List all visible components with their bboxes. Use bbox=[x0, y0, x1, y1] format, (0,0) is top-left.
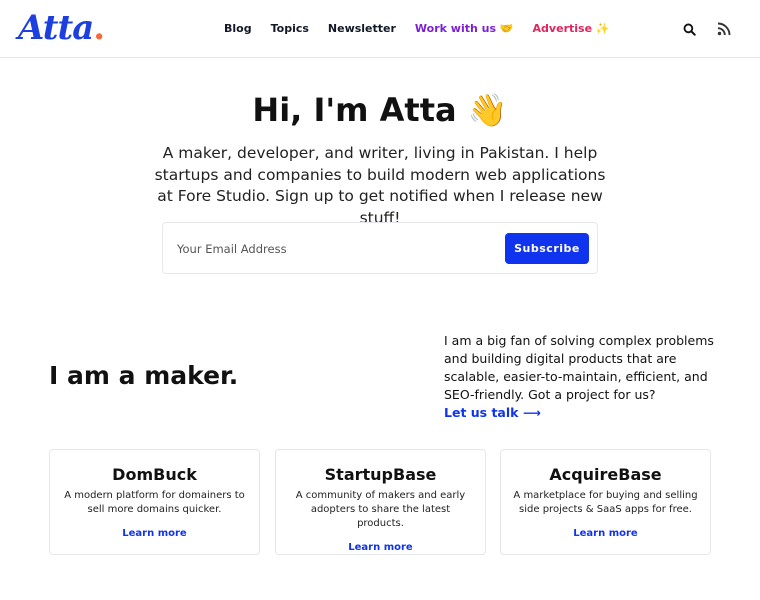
learn-more-link[interactable]: Learn more bbox=[573, 527, 637, 541]
learn-more-link[interactable]: Learn more bbox=[122, 527, 186, 541]
nav-advertise[interactable]: Advertise ✨ bbox=[533, 21, 610, 37]
maker-description-block: I am a big fan of solving complex proble… bbox=[444, 332, 724, 422]
site-header: Atta. Blog Topics Newsletter Work with u… bbox=[0, 0, 760, 58]
rss-icon[interactable] bbox=[715, 20, 733, 38]
maker-heading: I am a maker. bbox=[49, 361, 239, 390]
logo-text: Atta bbox=[18, 8, 94, 48]
search-icon[interactable] bbox=[680, 20, 698, 38]
project-card-startupbase: StartupBase A community of makers and ea… bbox=[275, 449, 486, 555]
nav-blog[interactable]: Blog bbox=[224, 21, 252, 37]
subscribe-button[interactable]: Subscribe bbox=[505, 233, 589, 264]
project-card-dombuck: DomBuck A modern platform for domainers … bbox=[49, 449, 260, 555]
main-nav: Blog Topics Newsletter Work with us 🤝 Ad… bbox=[224, 21, 610, 37]
learn-more-link[interactable]: Learn more bbox=[348, 541, 412, 555]
site-logo[interactable]: Atta. bbox=[18, 8, 105, 48]
project-card-acquirebase: AcquireBase A marketplace for buying and… bbox=[500, 449, 711, 555]
card-title: AcquireBase bbox=[549, 465, 662, 484]
maker-description: I am a big fan of solving complex proble… bbox=[444, 333, 714, 402]
card-description: A modern platform for domainers to sell … bbox=[64, 490, 245, 515]
hero-title: Hi, I'm Atta 👋 bbox=[252, 91, 508, 129]
lets-talk-link[interactable]: Let us talk ⟶ bbox=[444, 404, 724, 422]
nav-work-with-us[interactable]: Work with us 🤝 bbox=[415, 21, 514, 37]
card-description: A marketplace for buying and selling sid… bbox=[513, 490, 698, 515]
card-description: A community of makers and early adopters… bbox=[295, 490, 466, 529]
card-title: StartupBase bbox=[324, 465, 437, 484]
email-input[interactable] bbox=[177, 235, 497, 263]
newsletter-form: Subscribe bbox=[162, 222, 598, 274]
nav-newsletter[interactable]: Newsletter bbox=[328, 21, 396, 37]
hero-description: A maker, developer, and writer, living i… bbox=[154, 144, 606, 227]
nav-topics[interactable]: Topics bbox=[271, 21, 309, 37]
logo-dot: . bbox=[93, 8, 105, 48]
card-title: DomBuck bbox=[112, 465, 197, 484]
